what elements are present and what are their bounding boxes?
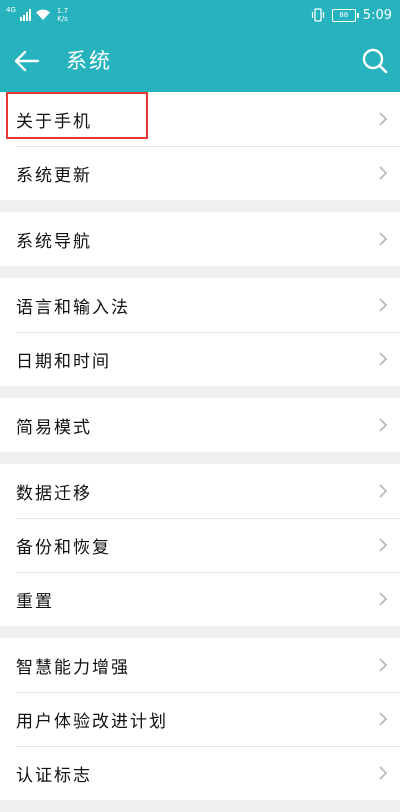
list-item-system-update[interactable]: 系统更新 <box>0 146 400 200</box>
app-toolbar: 系统 <box>0 30 400 92</box>
chevron-right-icon <box>379 112 388 126</box>
list-item-label: 系统更新 <box>16 165 92 186</box>
settings-group: 关于手机 系统更新 <box>0 92 400 200</box>
chevron-right-icon <box>379 592 388 606</box>
chevron-right-icon <box>379 766 388 780</box>
group-divider <box>0 200 400 212</box>
battery-icon: 88 <box>331 8 359 22</box>
network-speed-unit: K/s <box>57 15 68 23</box>
settings-group: 系统导航 <box>0 212 400 266</box>
list-item-about-phone[interactable]: 关于手机 <box>0 92 400 146</box>
list-item-label: 语言和输入法 <box>16 297 130 318</box>
list-item-date-time[interactable]: 日期和时间 <box>0 332 400 386</box>
settings-group: 语言和输入法 日期和时间 <box>0 278 400 386</box>
group-divider <box>0 800 400 812</box>
list-item-label: 数据迁移 <box>16 483 92 504</box>
list-item-user-experience-program[interactable]: 用户体验改进计划 <box>0 692 400 746</box>
arrow-left-icon[interactable] <box>10 44 44 78</box>
chevron-right-icon <box>379 484 388 498</box>
chevron-right-icon <box>379 166 388 180</box>
list-item-certification-logos[interactable]: 认证标志 <box>0 746 400 800</box>
settings-group: 简易模式 <box>0 398 400 452</box>
group-divider <box>0 626 400 638</box>
page-title: 系统 <box>66 49 112 73</box>
network-type: 4G <box>6 5 16 14</box>
network-speed: 1.7 K/s <box>57 7 68 23</box>
chevron-right-icon <box>379 352 388 366</box>
list-item-data-migration[interactable]: 数据迁移 <box>0 464 400 518</box>
highlight-box <box>6 92 148 139</box>
list-item-label: 重置 <box>16 591 54 612</box>
list-item-label: 智慧能力增强 <box>16 657 130 678</box>
list-item-smart-enhancement[interactable]: 智慧能力增强 <box>0 638 400 692</box>
status-bar: 4G 1.7 K/s 88 5:09 <box>0 0 400 30</box>
list-item-label: 用户体验改进计划 <box>16 711 168 732</box>
list-item-label: 简易模式 <box>16 417 92 438</box>
group-divider <box>0 386 400 398</box>
list-item-label: 日期和时间 <box>16 351 111 372</box>
list-item-reset[interactable]: 重置 <box>0 572 400 626</box>
chevron-right-icon <box>379 538 388 552</box>
status-right: 88 5:09 <box>311 5 392 25</box>
group-divider <box>0 452 400 464</box>
chevron-right-icon <box>379 712 388 726</box>
chevron-right-icon <box>379 658 388 672</box>
settings-list: 关于手机 系统更新 系统导航 语言和输入法 日期和时间 简易模式 数据迁移 备份… <box>0 92 400 812</box>
chevron-right-icon <box>379 298 388 312</box>
settings-group: 智慧能力增强 用户体验改进计划 认证标志 <box>0 638 400 800</box>
chevron-right-icon <box>379 232 388 246</box>
list-item-label: 系统导航 <box>16 231 92 252</box>
clock: 5:09 <box>362 7 392 23</box>
search-icon[interactable] <box>358 44 392 78</box>
settings-group: 数据迁移 备份和恢复 重置 <box>0 464 400 626</box>
list-item-backup-restore[interactable]: 备份和恢复 <box>0 518 400 572</box>
network-speed-value: 1.7 <box>56 7 69 15</box>
list-item-label: 认证标志 <box>16 765 92 786</box>
group-divider <box>0 266 400 278</box>
list-item-language-input[interactable]: 语言和输入法 <box>0 278 400 332</box>
signal-icon <box>19 9 31 21</box>
list-item-simple-mode[interactable]: 简易模式 <box>0 398 400 452</box>
wifi-icon <box>35 9 50 20</box>
chevron-right-icon <box>379 418 388 432</box>
vibrate-icon <box>311 8 324 22</box>
list-item-label: 备份和恢复 <box>16 537 111 558</box>
status-left: 4G 1.7 K/s <box>6 4 68 26</box>
list-item-system-navigation[interactable]: 系统导航 <box>0 212 400 266</box>
